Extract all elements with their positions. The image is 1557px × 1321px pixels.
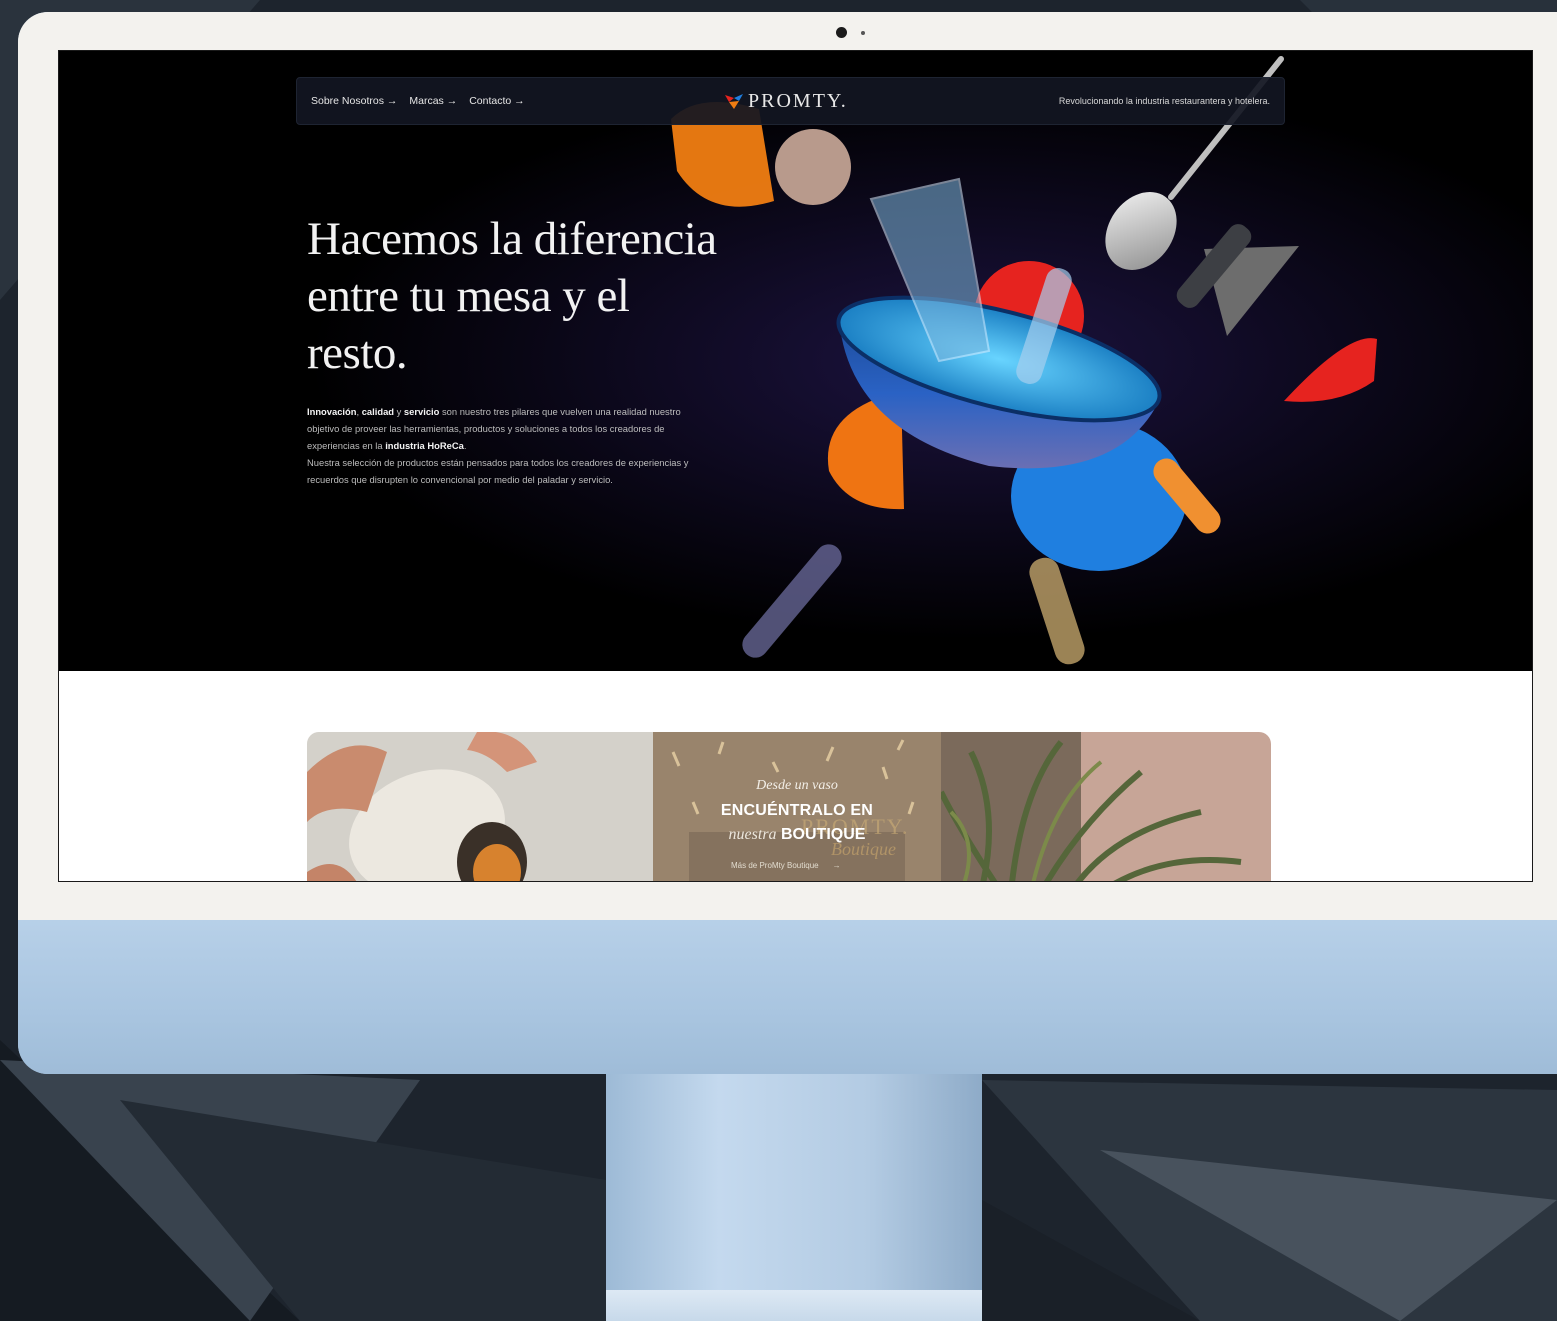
monitor-stand	[606, 1070, 982, 1321]
boutique-banner: PROMTY. Boutique Desde un vaso ENCUÉNTRA…	[307, 732, 1271, 881]
boutique-heading-line1: ENCUÉNTRALO EN	[720, 802, 874, 819]
website-screen: Sobre Nosotros → Marcas → Contacto → PRO…	[58, 50, 1533, 882]
pillar-calidad: calidad	[361, 406, 395, 417]
boutique-image-cup	[307, 732, 653, 881]
monitor: Sobre Nosotros → Marcas → Contacto → PRO…	[18, 12, 1557, 1074]
hero-paragraph-2: Nuestra selección de productos están pen…	[307, 457, 689, 485]
hero-title: Hacemos la diferencia entre tu mesa y el…	[307, 213, 717, 379]
site-tagline: Revolucionando la industria restauranter…	[1058, 96, 1270, 106]
industry-horeca: industria HoReCa	[385, 440, 464, 451]
boutique-link[interactable]: Más de ProMty Boutique →	[731, 861, 841, 870]
top-navbar: Sobre Nosotros → Marcas → Contacto → PRO…	[296, 77, 1285, 125]
monitor-stand-base	[606, 1290, 982, 1321]
nav-links: Sobre Nosotros → Marcas → Contacto →	[311, 78, 525, 124]
hero-description: Innovación, calidad y servicio son nuest…	[307, 406, 689, 485]
boutique-overlay: PROMTY. Boutique Desde un vaso ENCUÉNTRA…	[653, 732, 941, 881]
promty-logo-icon	[725, 94, 743, 109]
monitor-bezel: Sobre Nosotros → Marcas → Contacto → PRO…	[18, 12, 1557, 920]
nav-link-marcas[interactable]: Marcas →	[409, 95, 457, 107]
hero-3d-artwork	[59, 51, 1532, 671]
boutique-subtitle: Desde un vaso	[756, 778, 838, 793]
logo-text: PROMTY.	[748, 89, 848, 112]
boutique-heading-line2: nuestra BOUTIQUE	[728, 826, 866, 843]
monitor-chin	[18, 920, 1557, 1074]
boutique-image-plant	[941, 732, 1271, 881]
camera-icon	[836, 27, 847, 38]
camera-led	[861, 31, 865, 35]
arrow-right-icon: →	[832, 861, 841, 870]
hero-section: Sobre Nosotros → Marcas → Contacto → PRO…	[59, 51, 1532, 671]
nav-link-contacto[interactable]: Contacto →	[469, 95, 524, 107]
site-logo[interactable]: PROMTY.	[725, 78, 848, 124]
nav-link-sobre-nosotros[interactable]: Sobre Nosotros →	[311, 95, 397, 107]
pillar-innovacion: Innovación	[307, 406, 357, 417]
pillar-servicio: servicio	[403, 406, 440, 417]
